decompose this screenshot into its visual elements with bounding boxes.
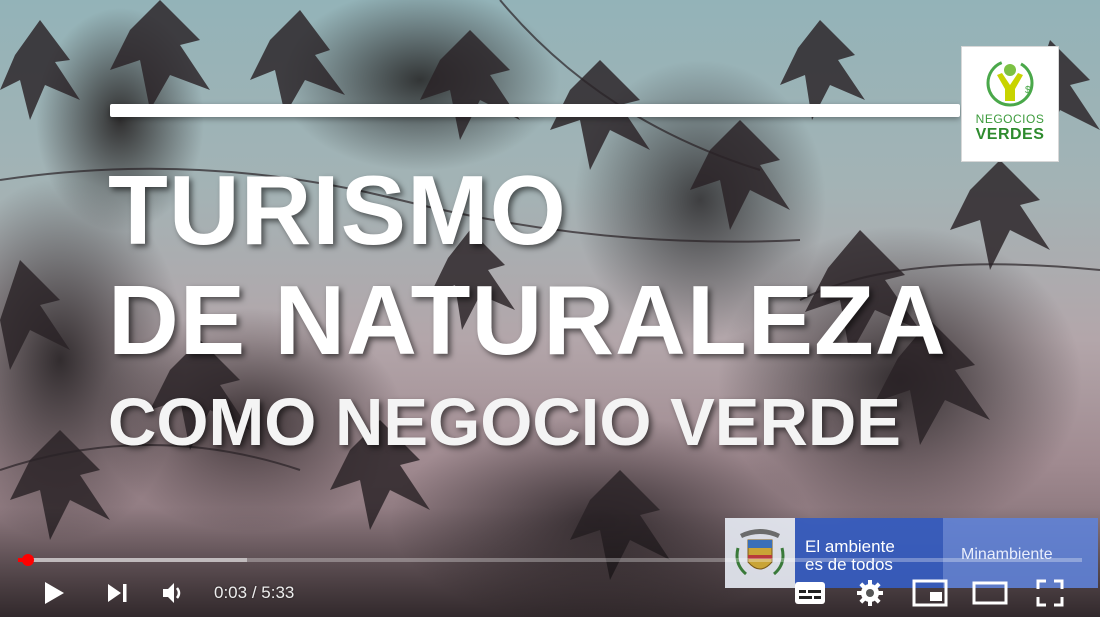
miniplayer-button[interactable] [907,570,953,616]
time-display: 0:03 / 5:33 [214,583,294,603]
negocios-verdes-logo: $ NEGOCIOS VERDES [961,46,1059,162]
player-controls: 0:03 / 5:33 [0,570,1100,616]
logo-text-line2: VERDES [975,126,1045,143]
play-icon [45,582,64,604]
title-rule [110,104,960,117]
volume-icon [163,583,181,603]
fullscreen-icon [1036,579,1064,607]
subtitles-button[interactable] [787,570,833,616]
fullscreen-button[interactable] [1027,570,1073,616]
duration: 5:33 [261,583,295,602]
progress-buffered [18,558,247,562]
gear-icon [857,580,883,606]
video-title-line3: COMO NEGOCIO VERDE [108,385,901,460]
settings-button[interactable] [847,570,893,616]
time-separator: / [247,583,262,602]
video-title-line1: TURISMO [108,155,567,265]
banner-slogan-line1: El ambiente [805,537,895,556]
subtitles-icon [795,582,825,604]
svg-text:$: $ [1025,85,1031,96]
logo-text-line1: NEGOCIOS [975,112,1045,126]
scrubber-handle[interactable] [21,554,34,566]
play-button[interactable] [30,570,76,616]
current-time: 0:03 [214,583,248,602]
next-button[interactable] [94,570,140,616]
theater-mode-icon [972,581,1008,605]
volume-button[interactable] [150,570,196,616]
video-player[interactable]: TURISMO DE NATURALEZA COMO NEGOCIO VERDE… [0,0,1100,617]
miniplayer-icon [912,579,948,607]
negocios-verdes-logo-icon: $ [986,59,1034,107]
next-icon [108,584,127,602]
progress-bar[interactable] [18,554,1082,566]
theater-mode-button[interactable] [967,570,1013,616]
video-title-line2: DE NATURALEZA [108,265,947,375]
